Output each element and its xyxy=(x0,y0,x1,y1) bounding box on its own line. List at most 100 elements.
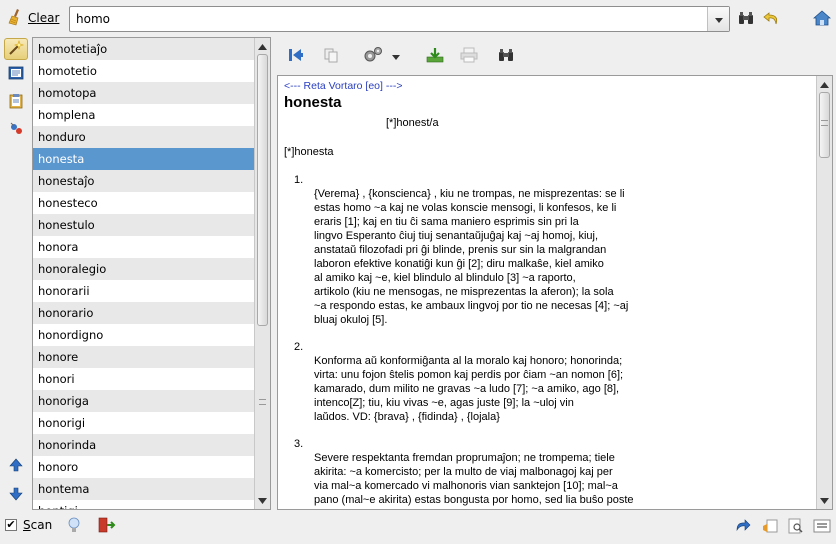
scroll-down-button[interactable] xyxy=(4,484,28,506)
list-item[interactable]: honoralegio xyxy=(33,258,254,280)
undo-arrow-icon xyxy=(763,10,781,29)
word-list[interactable]: homotesia homotetiaĵohomotetiohomotopaho… xyxy=(32,37,271,510)
article-title: honesta xyxy=(284,94,342,111)
copy-button[interactable] xyxy=(320,45,342,67)
sense-number: 1. xyxy=(294,174,304,186)
dictionary-list-button[interactable] xyxy=(4,63,28,85)
list-item[interactable]: homplena xyxy=(33,104,254,126)
go-first-icon xyxy=(288,48,304,65)
scroll-up-arrow[interactable] xyxy=(256,40,269,53)
lightbulb-icon xyxy=(67,516,81,537)
list-item[interactable]: hontigi xyxy=(33,500,254,509)
word-list-scrollbar[interactable] xyxy=(254,38,270,509)
back-button[interactable] xyxy=(762,9,782,29)
list-item[interactable]: honordigno xyxy=(33,324,254,346)
sense-text: Severe respektanta fremdan proprumaĵon; … xyxy=(314,452,634,509)
list-item[interactable]: honori xyxy=(33,368,254,390)
list-item[interactable]: honorinda xyxy=(33,434,254,456)
search-dropdown-button[interactable] xyxy=(707,7,729,31)
scan-label[interactable]: Scan xyxy=(23,518,52,532)
sense-number: 3. xyxy=(294,438,304,450)
quit-button[interactable] xyxy=(97,516,117,536)
favorites-button[interactable] xyxy=(4,118,28,140)
scroll-down-arrow[interactable] xyxy=(818,494,831,507)
search-input[interactable] xyxy=(70,7,707,31)
list-item[interactable]: homotetiaĵo xyxy=(33,38,254,60)
scrollbar-thumb[interactable] xyxy=(257,54,268,326)
clipboard-icon xyxy=(8,93,24,112)
redo-arrow-icon xyxy=(734,518,752,537)
download-icon xyxy=(426,47,444,66)
list-item[interactable]: honestulo xyxy=(33,214,254,236)
home-icon xyxy=(812,9,832,29)
text-counter-icon xyxy=(813,518,831,537)
scroll-up-arrow[interactable] xyxy=(818,78,831,91)
magic-wand-icon xyxy=(8,39,24,59)
list-item[interactable]: honore xyxy=(33,346,254,368)
arrow-down-icon xyxy=(9,487,23,504)
list-item[interactable]: honesteco xyxy=(33,192,254,214)
bookmarks-icon xyxy=(8,120,24,139)
home-button[interactable] xyxy=(812,9,832,29)
search-combobox[interactable] xyxy=(69,6,730,32)
article-view[interactable]: <--- Reta Vortaro [eo] ---> honesta [*]h… xyxy=(277,75,833,510)
sense-item: 3. Severe respektanta fremdan proprumaĵo… xyxy=(284,437,812,509)
list-item[interactable]: honduro xyxy=(33,126,254,148)
scroll-up-button[interactable] xyxy=(4,455,28,477)
list-item[interactable]: honesta xyxy=(33,148,254,170)
history-button[interactable] xyxy=(4,91,28,113)
magnifier-page-icon xyxy=(787,518,805,537)
list-item[interactable]: homotetio xyxy=(33,60,254,82)
sense-item: 1. {Verema} , {konscienca} , kiu ne trom… xyxy=(284,173,812,327)
clear-button[interactable]: Clear xyxy=(8,8,59,28)
wizard-button[interactable] xyxy=(4,38,28,60)
list-item[interactable]: homotopa xyxy=(33,82,254,104)
settings-dropdown-button[interactable] xyxy=(388,45,404,67)
status-bar xyxy=(0,512,836,544)
list-item[interactable]: honora xyxy=(33,236,254,258)
list-item[interactable]: honoro xyxy=(33,456,254,478)
scroll-down-arrow[interactable] xyxy=(256,494,269,507)
exit-door-icon xyxy=(98,517,116,536)
arrow-up-icon xyxy=(9,458,23,475)
sense-text: Konforma aŭ konformiĝanta al la moralo k… xyxy=(314,355,624,423)
article-scrollbar[interactable] xyxy=(816,76,832,509)
sense-text: {Verema} , {konscienca} , kiu ne trompas… xyxy=(314,188,629,326)
clear-button-label: Clear xyxy=(28,11,60,25)
print-button[interactable] xyxy=(458,45,480,67)
word-list-rows: homotesia homotetiaĵohomotetiohomotopaho… xyxy=(33,38,254,509)
binoculars-search-button[interactable] xyxy=(736,9,756,29)
list-item[interactable]: honorarii xyxy=(33,280,254,302)
list-item[interactable]: hontema xyxy=(33,478,254,500)
chevron-down-icon xyxy=(392,49,400,63)
article-headword: [*]honesta xyxy=(284,146,334,158)
find-in-article-button[interactable] xyxy=(495,45,517,67)
gears-icon xyxy=(362,46,384,67)
list-item[interactable]: honorigi xyxy=(33,412,254,434)
scan-checkbox[interactable]: ✔ xyxy=(5,519,17,531)
sense-number: 2. xyxy=(294,341,304,353)
list-item[interactable]: honoriga xyxy=(33,390,254,412)
save-button[interactable] xyxy=(424,45,446,67)
binoculars-icon xyxy=(497,47,515,66)
copy-icon xyxy=(323,47,339,66)
article-subtitle: [*]honest/a xyxy=(386,117,439,129)
list-item[interactable]: honorario xyxy=(33,302,254,324)
reta-vortaro-link[interactable]: <--- Reta Vortaro [eo] ---> xyxy=(284,79,812,93)
settings-button[interactable] xyxy=(358,45,388,67)
hints-button[interactable] xyxy=(64,516,84,536)
go-first-button[interactable] xyxy=(285,45,307,67)
printer-icon xyxy=(460,47,478,66)
hand-pointer-icon xyxy=(761,518,779,537)
scan-popup-button[interactable] xyxy=(760,517,780,537)
zoom-button[interactable] xyxy=(786,517,806,537)
broom-icon xyxy=(8,8,24,29)
book-list-icon xyxy=(8,65,24,84)
sense-item: 2. Konforma aŭ konformiĝanta al la moral… xyxy=(284,340,812,424)
article-content: <--- Reta Vortaro [eo] ---> honesta [*]h… xyxy=(284,79,812,509)
binoculars-icon xyxy=(737,10,755,29)
word-count-button[interactable] xyxy=(812,517,832,537)
list-item[interactable]: honestaĵo xyxy=(33,170,254,192)
redo-button[interactable] xyxy=(733,517,753,537)
sense-list: 1. {Verema} , {konscienca} , kiu ne trom… xyxy=(284,173,812,509)
